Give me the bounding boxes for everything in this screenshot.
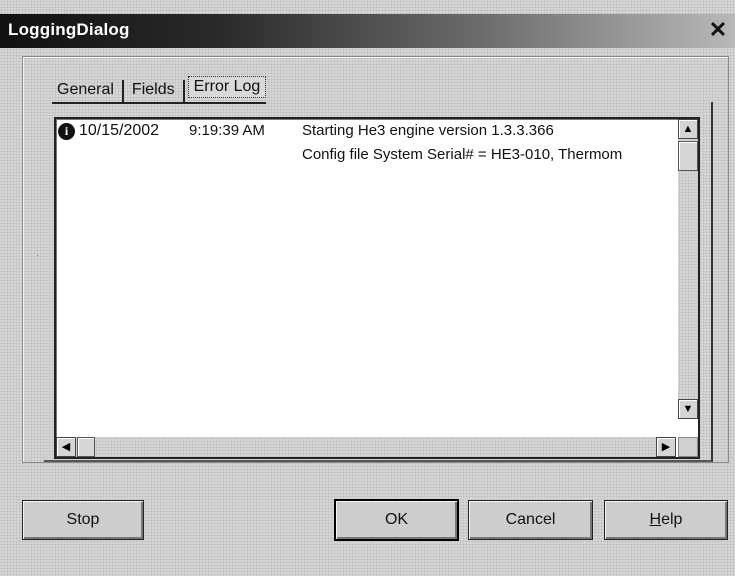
scrollbar-corner: [678, 437, 698, 457]
ok-button[interactable]: OK: [334, 499, 459, 541]
close-button[interactable]: ✕: [705, 18, 731, 42]
vertical-scrollbar[interactable]: ▲ ▼: [678, 119, 698, 419]
tab-error-log[interactable]: Error Log: [187, 76, 267, 98]
help-label-rest: elp: [661, 511, 683, 528]
help-mnemonic: H: [649, 511, 662, 528]
horizontal-scroll-thumb[interactable]: [77, 437, 95, 457]
info-icon: i: [58, 123, 75, 140]
log-row[interactable]: Config file System Serial# = HE3-010, Th…: [56, 143, 674, 167]
log-date: 10/15/2002: [79, 122, 160, 139]
tab-separator: [121, 80, 124, 102]
window-title: LoggingDialog: [8, 20, 130, 39]
log-row[interactable]: i 10/15/2002 9:19:39 AM Starting He3 eng…: [56, 119, 674, 143]
scroll-down-button[interactable]: ▼: [678, 399, 698, 419]
horizontal-scrollbar[interactable]: ◀ ▶: [56, 437, 676, 457]
error-log-list[interactable]: i 10/15/2002 9:19:39 AM Starting He3 eng…: [54, 117, 700, 459]
log-message: Starting He3 engine version 1.3.3.366: [302, 122, 554, 139]
logging-dialog-window: LoggingDialog ✕ General Fields Error Log…: [0, 0, 735, 576]
tab-fields[interactable]: Fields: [127, 79, 180, 102]
scroll-up-button[interactable]: ▲: [678, 119, 698, 139]
scroll-right-button[interactable]: ▶: [656, 437, 676, 457]
focus-mark: ·: [36, 250, 40, 261]
scroll-left-button[interactable]: ◀: [56, 437, 76, 457]
vertical-scroll-thumb[interactable]: [678, 141, 698, 171]
title-bar[interactable]: LoggingDialog ✕: [0, 14, 735, 48]
tab-strip: General Fields Error Log: [52, 74, 267, 104]
tab-general[interactable]: General: [52, 79, 119, 102]
help-button[interactable]: Help: [604, 500, 728, 540]
stop-button[interactable]: Stop: [22, 500, 144, 540]
cancel-button[interactable]: Cancel: [468, 500, 593, 540]
log-time: 9:19:39 AM: [189, 122, 265, 139]
log-message: Config file System Serial# = HE3-010, Th…: [302, 146, 623, 163]
tab-separator: [182, 80, 185, 102]
